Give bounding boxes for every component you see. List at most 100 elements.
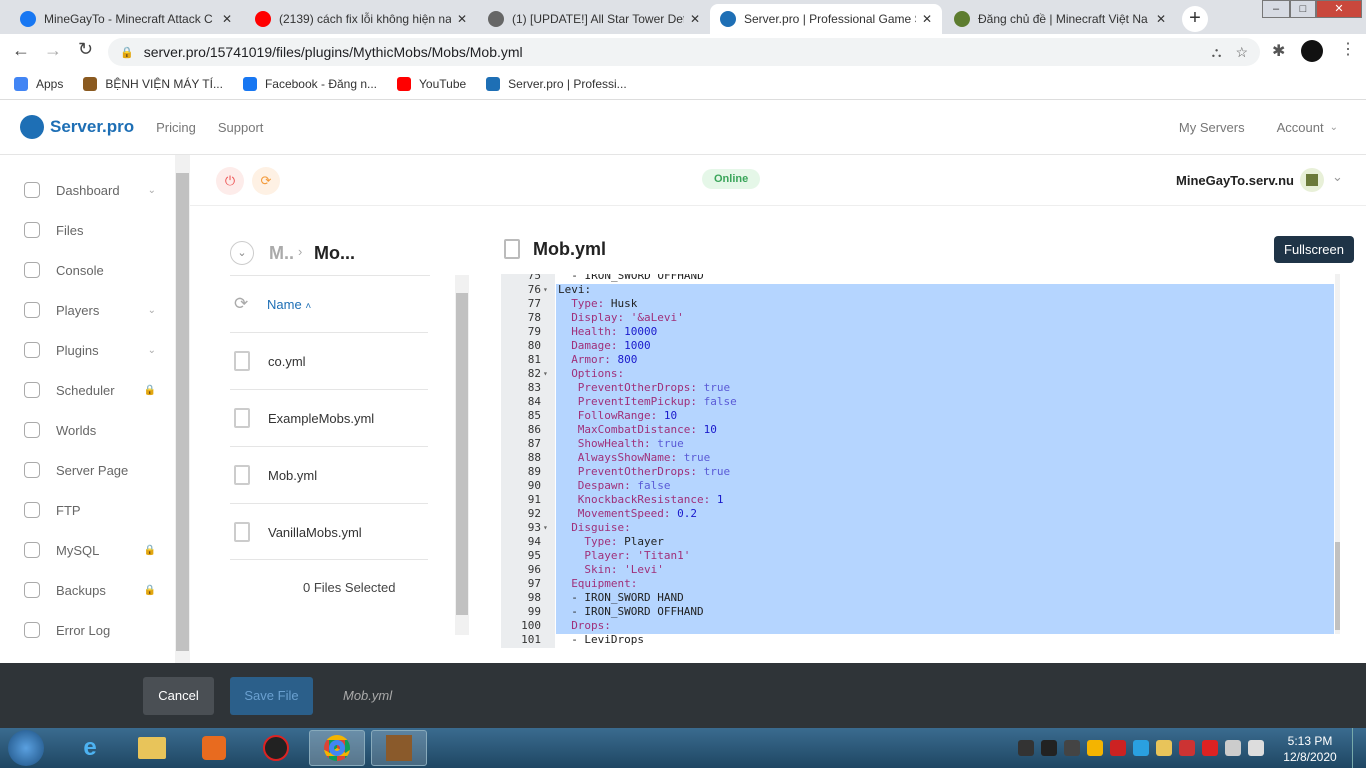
collapse-button[interactable]: ⌄ bbox=[230, 241, 254, 265]
fold-icon[interactable]: ▾ bbox=[543, 367, 548, 381]
nav-account[interactable]: Account bbox=[1277, 120, 1324, 135]
forward-icon[interactable]: → bbox=[44, 40, 62, 61]
editor-scrollbar[interactable] bbox=[1335, 274, 1340, 634]
tray-icon-8[interactable] bbox=[1179, 740, 1195, 756]
sidebar-item-scheduler[interactable]: Scheduler 🔒 bbox=[24, 382, 156, 398]
tab-2[interactable]: (2139) cách fix lỗi không hiện na ✕ bbox=[245, 4, 477, 34]
worlds-icon bbox=[24, 422, 40, 438]
sidebar-item-files[interactable]: Files bbox=[24, 222, 156, 238]
file-list-scrollbar[interactable] bbox=[455, 275, 469, 635]
maximize-button[interactable]: □ bbox=[1290, 0, 1316, 18]
clock[interactable]: 5:13 PM 12/8/2020 bbox=[1280, 733, 1340, 765]
tray-icon-10[interactable] bbox=[1225, 740, 1241, 756]
sidebar-item-server-page[interactable]: Server Page bbox=[24, 462, 156, 478]
translate-icon[interactable]: ⛬ bbox=[1212, 44, 1222, 61]
reload-icon[interactable]: ↻ bbox=[78, 39, 93, 60]
sidebar-item-worlds[interactable]: Worlds bbox=[24, 422, 156, 438]
fullscreen-button[interactable]: Fullscreen bbox=[1274, 236, 1354, 263]
tray-icon-1[interactable] bbox=[1018, 740, 1034, 756]
sidebar-item-label: Error Log bbox=[56, 622, 111, 638]
sort-name-header[interactable]: Name ˄ bbox=[267, 297, 311, 312]
refresh-icon[interactable]: ⟳ bbox=[234, 294, 248, 314]
breadcrumb-parent[interactable]: M.. bbox=[269, 243, 294, 264]
sidebar-item-mysql[interactable]: MySQL 🔒 bbox=[24, 542, 156, 558]
code-line: Type: Player bbox=[584, 535, 663, 549]
bookmark-2[interactable]: BỆNH VIỆN MÁY TÍ... bbox=[83, 76, 223, 91]
garena-icon[interactable] bbox=[248, 730, 304, 766]
bookmark-star-icon[interactable]: ☆ bbox=[1235, 44, 1248, 61]
fold-icon[interactable]: ▾ bbox=[543, 521, 548, 535]
minecraft-launcher-icon[interactable] bbox=[371, 730, 427, 766]
apps-icon bbox=[14, 76, 28, 91]
show-desktop-button[interactable] bbox=[1352, 728, 1366, 768]
sidebar-item-players[interactable]: Players ⌄ bbox=[24, 302, 156, 318]
close-tab-icon[interactable]: ✕ bbox=[457, 12, 467, 26]
sidebar-scrollbar[interactable] bbox=[175, 155, 190, 663]
nav-pricing[interactable]: Pricing bbox=[156, 120, 196, 135]
bookmark-4[interactable]: YouTube bbox=[397, 76, 466, 91]
close-tab-icon[interactable]: ✕ bbox=[922, 12, 932, 26]
cancel-button[interactable]: Cancel bbox=[143, 677, 214, 715]
fold-icon[interactable]: ▾ bbox=[543, 283, 548, 297]
minimize-button[interactable]: – bbox=[1262, 0, 1290, 18]
chevron-down-icon[interactable]: ⌄ bbox=[1332, 169, 1343, 185]
tab-4[interactable]: Server.pro | Professional Game S ✕ bbox=[710, 4, 942, 34]
sidebar-item-label: Players bbox=[56, 302, 100, 318]
tray-icon-6[interactable] bbox=[1133, 740, 1149, 756]
sidebar-item-dashboard[interactable]: Dashboard ⌄ bbox=[24, 182, 156, 198]
back-icon[interactable]: ← bbox=[12, 40, 30, 61]
tray-icon-4[interactable] bbox=[1087, 740, 1103, 756]
sidebar-item-error-log[interactable]: Error Log bbox=[24, 622, 156, 638]
file-row[interactable]: VanillaMobs.yml bbox=[230, 503, 428, 560]
explorer-icon[interactable] bbox=[124, 730, 180, 766]
code-editor[interactable]: 75 - IRON_SWORD OFFHAND 76 ▾ Levi: 77 Type: … bbox=[501, 274, 1340, 648]
restart-button[interactable]: ⟳ bbox=[252, 167, 280, 195]
code-key: Options: bbox=[571, 367, 625, 380]
chevron-down-icon[interactable]: ⌄ bbox=[1330, 122, 1338, 133]
new-tab-button[interactable]: + bbox=[1182, 6, 1208, 32]
tray-icon-2[interactable] bbox=[1041, 740, 1057, 756]
file-row[interactable]: ExampleMobs.yml bbox=[230, 389, 428, 446]
start-button[interactable] bbox=[8, 730, 44, 766]
bookmark-1[interactable]: Apps bbox=[14, 76, 63, 91]
sidebar-item-console[interactable]: Console bbox=[24, 262, 156, 278]
close-tab-icon[interactable]: ✕ bbox=[222, 12, 232, 26]
code-line: Armor: 800 bbox=[571, 353, 637, 367]
file-row[interactable]: co.yml bbox=[230, 332, 428, 389]
nav-my-servers[interactable]: My Servers bbox=[1179, 120, 1245, 135]
tab-5[interactable]: Đăng chủ đề | Minecraft Việt Na ✕ bbox=[944, 4, 1176, 34]
bookmark-5[interactable]: Server.pro | Professi... bbox=[486, 76, 627, 91]
close-tab-icon[interactable]: ✕ bbox=[1156, 12, 1166, 26]
save-file-button[interactable]: Save File bbox=[230, 677, 313, 715]
sidebar-item-label: MySQL bbox=[56, 542, 100, 558]
sidebar-item-ftp[interactable]: FTP bbox=[24, 502, 156, 518]
code-value: Player bbox=[617, 535, 664, 548]
profile-avatar[interactable] bbox=[1301, 40, 1323, 62]
chrome-icon[interactable] bbox=[309, 730, 365, 766]
tab-3[interactable]: (1) [UPDATE!] All Star Tower Def ✕ bbox=[478, 4, 710, 34]
tray-icon-11[interactable] bbox=[1248, 740, 1264, 756]
extensions-icon[interactable]: ✱ bbox=[1272, 41, 1285, 61]
close-window-button[interactable]: ✕ bbox=[1316, 0, 1362, 18]
sidebar-item-label: Backups bbox=[56, 582, 106, 598]
power-button[interactable]: ⏻ bbox=[216, 167, 244, 195]
menu-icon[interactable]: ⋮ bbox=[1340, 39, 1356, 59]
sidebar-item-plugins[interactable]: Plugins ⌄ bbox=[24, 342, 156, 358]
tray-icon-5[interactable] bbox=[1110, 740, 1126, 756]
logo[interactable]: Server.pro bbox=[50, 117, 134, 137]
media-player-icon[interactable] bbox=[186, 730, 242, 766]
tray-icon-3[interactable] bbox=[1064, 740, 1080, 756]
file-row[interactable]: Mob.yml bbox=[230, 446, 428, 503]
nav-support[interactable]: Support bbox=[218, 120, 264, 135]
ie-icon[interactable]: e bbox=[62, 730, 118, 766]
close-tab-icon[interactable]: ✕ bbox=[690, 12, 700, 26]
server-name[interactable]: MineGayTo.serv.nu bbox=[1176, 173, 1294, 188]
code-value: true bbox=[650, 437, 684, 450]
url-input[interactable]: 🔒 server.pro/15741019/files/plugins/Myth… bbox=[108, 38, 1260, 66]
tab-1[interactable]: MineGayTo - Minecraft Attack C ✕ bbox=[10, 4, 242, 34]
tray-icon-9[interactable] bbox=[1202, 740, 1218, 756]
bookmark-3[interactable]: Facebook - Đăng n... bbox=[242, 76, 377, 91]
tray-icon-7[interactable] bbox=[1156, 740, 1172, 756]
sidebar-item-backups[interactable]: Backups 🔒 bbox=[24, 582, 156, 598]
server-avatar[interactable] bbox=[1300, 168, 1324, 192]
